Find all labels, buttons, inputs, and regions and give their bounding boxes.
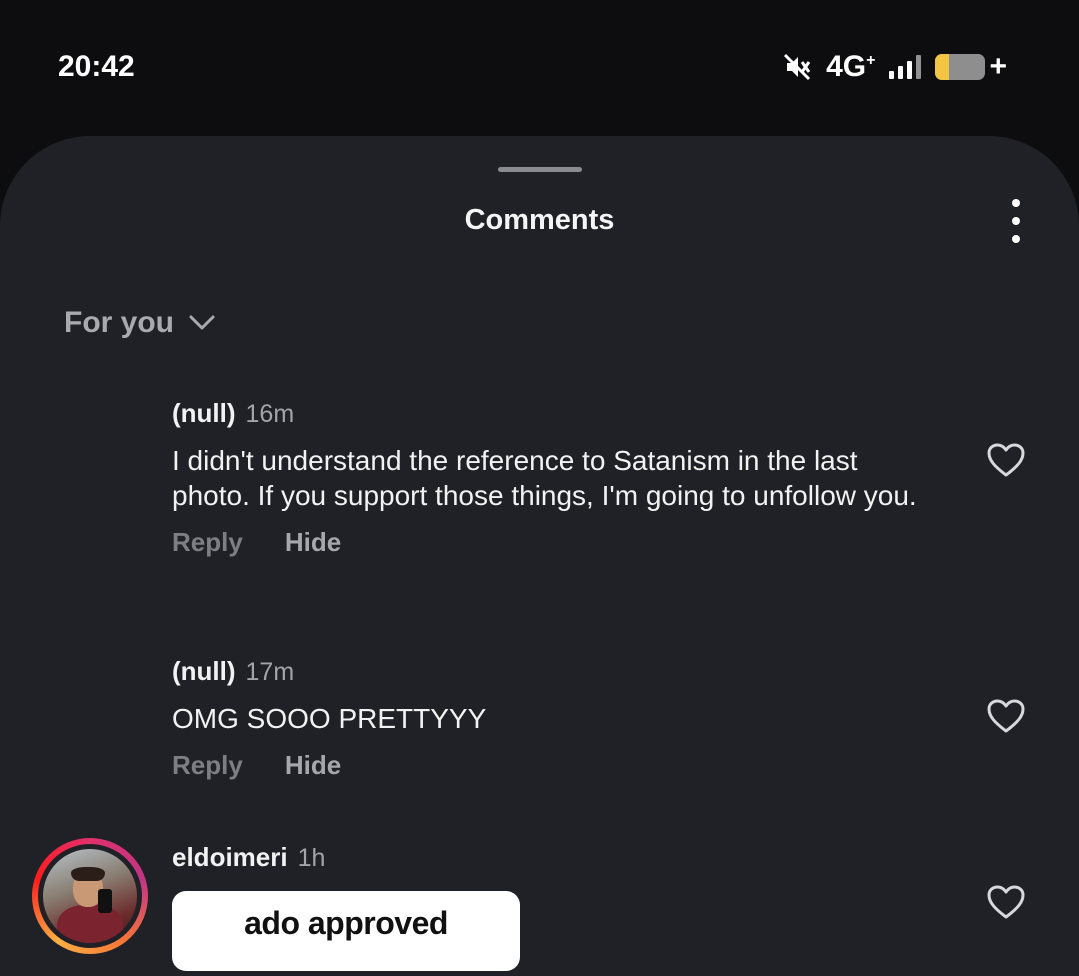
comment-username[interactable]: eldoimeri (172, 842, 288, 873)
mute-icon (784, 53, 811, 81)
reply-button[interactable]: Reply (172, 750, 243, 781)
comment-time: 17m (245, 658, 295, 686)
comment-username[interactable]: (null) (172, 656, 236, 687)
chevron-down-icon (189, 315, 215, 330)
avatar[interactable] (32, 838, 148, 954)
hide-button[interactable]: Hide (285, 750, 341, 781)
network-type: 4G+ (826, 50, 876, 83)
sticker-text: ado approved (244, 905, 448, 941)
sort-label: For you (64, 306, 174, 339)
more-vertical-icon[interactable] (1008, 199, 1024, 243)
heart-icon[interactable] (986, 698, 1026, 734)
comment-time: 16m (245, 400, 295, 428)
heart-icon[interactable] (986, 884, 1026, 920)
sort-dropdown[interactable]: For you (64, 306, 216, 340)
status-time: 20:42 (58, 50, 135, 83)
status-icons: 4G+ + (782, 50, 1007, 84)
signal-icon (889, 55, 922, 79)
comment-text: OMG SOOO PRETTYYY (172, 703, 487, 734)
heart-icon[interactable] (986, 442, 1026, 478)
avatar-photo (43, 849, 137, 943)
sheet-title: Comments (464, 204, 615, 236)
battery-icon (935, 54, 986, 80)
comment-item: (null) 17m OMG SOOO PRETTYYY Reply Hide (172, 656, 932, 781)
hide-button[interactable]: Hide (285, 527, 341, 558)
comment-sticker[interactable]: ado approved (172, 891, 520, 971)
comment-username[interactable]: (null) (172, 398, 236, 429)
comment-item: eldoimeri 1h (172, 842, 932, 873)
comment-text: I didn't understand the reference to Sat… (172, 445, 917, 511)
comment-time: 1h (297, 844, 326, 872)
reply-button[interactable]: Reply (172, 527, 243, 558)
drag-handle[interactable] (498, 167, 582, 172)
charging-icon: + (989, 50, 1007, 83)
comment-item: (null) 16m I didn't understand the refer… (172, 398, 932, 558)
